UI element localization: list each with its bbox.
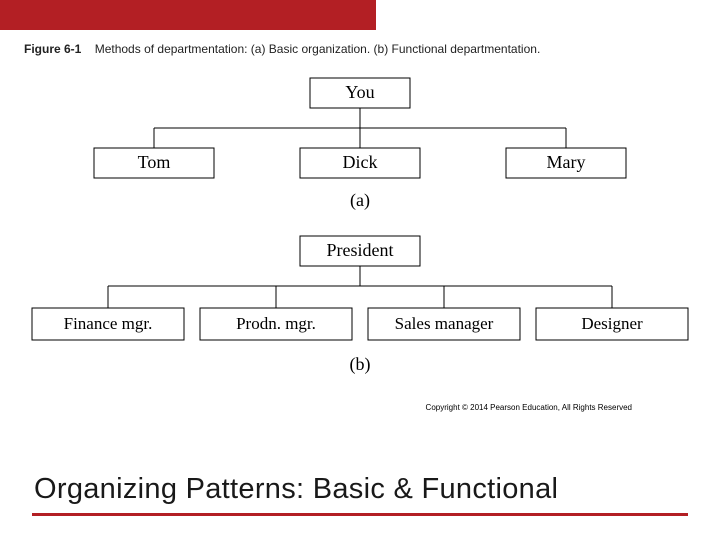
node-a-child-1: Dick bbox=[343, 152, 378, 172]
node-b-child-2: Sales manager bbox=[395, 314, 494, 333]
node-b-child-1: Prodn. mgr. bbox=[236, 314, 316, 333]
slide-title: Organizing Patterns: Basic & Functional bbox=[34, 473, 686, 506]
node-root-b: President bbox=[327, 240, 394, 260]
copyright-text: Copyright © 2014 Pearson Education, All … bbox=[426, 403, 632, 412]
org-chart-b: President Finance mgr. Prodn. mgr. Sales… bbox=[32, 236, 688, 375]
node-b-child-3: Designer bbox=[581, 314, 643, 333]
node-b-child-0: Finance mgr. bbox=[64, 314, 153, 333]
node-root-a: You bbox=[345, 82, 374, 102]
chart-a-label: (a) bbox=[350, 190, 370, 211]
node-a-child-2: Mary bbox=[547, 152, 586, 172]
accent-bar bbox=[0, 0, 376, 30]
figure-caption-line: Figure 6-1 Methods of departmentation: (… bbox=[24, 42, 540, 56]
node-a-child-0: Tom bbox=[138, 152, 171, 172]
figure-caption: Methods of departmentation: (a) Basic or… bbox=[95, 42, 541, 56]
org-chart-a: You Tom Dick Mary (a) bbox=[94, 78, 626, 211]
figure-number: Figure 6-1 bbox=[24, 42, 81, 56]
chart-b-label: (b) bbox=[350, 354, 371, 375]
org-charts: You Tom Dick Mary (a) bbox=[24, 70, 696, 446]
